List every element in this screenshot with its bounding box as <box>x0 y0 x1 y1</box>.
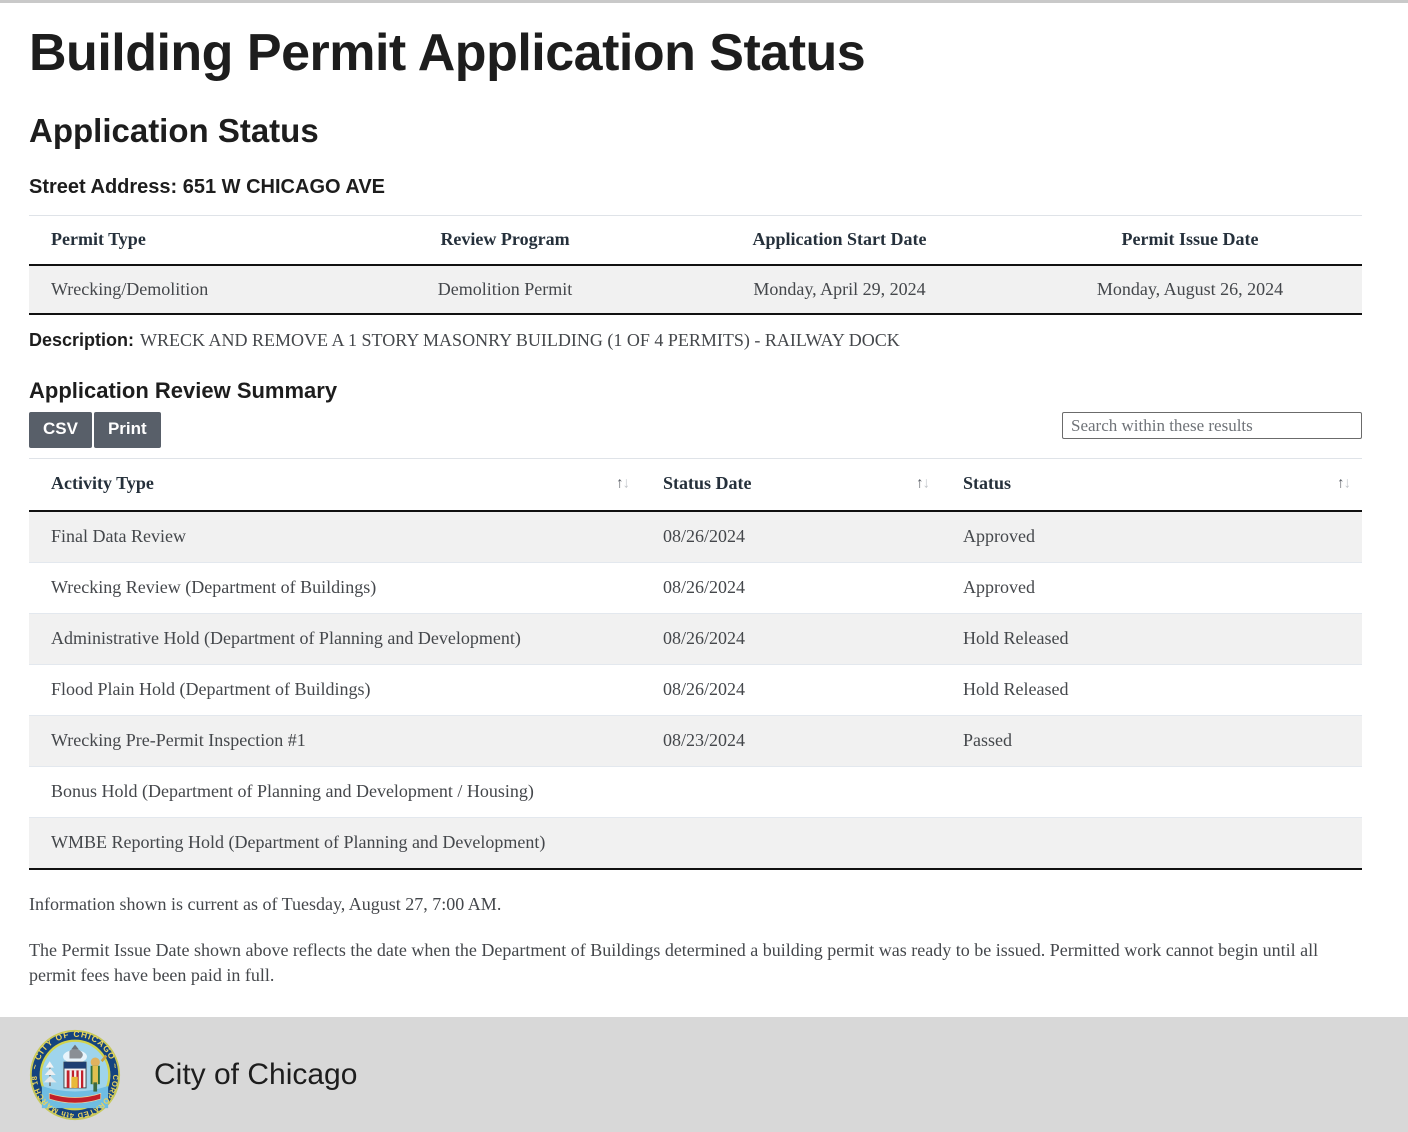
sort-icon[interactable]: ↑↓ <box>916 476 929 491</box>
cell-status-date: 08/26/2024 <box>641 614 941 665</box>
cell-status <box>941 767 1362 818</box>
table-row: Bonus Hold (Department of Planning and D… <box>29 767 1362 818</box>
street-address: Street Address: 651 W CHICAGO AVE <box>29 175 1379 199</box>
table-row: WMBE Reporting Hold (Department of Plann… <box>29 818 1362 870</box>
page-title: Building Permit Application Status <box>29 25 1379 81</box>
site-footer: ~ CITY OF CHICAGO ~ INCORPORATED 4th MAR… <box>0 1017 1408 1132</box>
column-header-status-label: Status <box>963 473 1011 493</box>
column-header-status-date[interactable]: Status Date ↑↓ <box>641 459 941 512</box>
cell-status <box>941 818 1362 870</box>
sort-descending-icon: ↓ <box>923 475 930 491</box>
table-row: Administrative Hold (Department of Plann… <box>29 614 1362 665</box>
application-review-summary-table: Activity Type ↑↓ Status Date ↑↓ Status ↑… <box>29 458 1362 870</box>
cell-permit-issue-date: Monday, August 26, 2024 <box>1018 265 1362 314</box>
permit-summary-table: Permit Type Review Program Application S… <box>29 215 1362 315</box>
cell-status: Approved <box>941 563 1362 614</box>
cell-status: Hold Released <box>941 614 1362 665</box>
cell-review-program: Demolition Permit <box>349 265 661 314</box>
note-information-current: Information shown is current as of Tuesd… <box>29 892 1362 918</box>
sort-icon[interactable]: ↑↓ <box>616 476 629 491</box>
description-label: Description: <box>29 330 134 350</box>
column-header-activity-type-label: Activity Type <box>51 473 154 493</box>
cell-status-date: 08/26/2024 <box>641 511 941 563</box>
sort-descending-icon: ↓ <box>1344 475 1351 491</box>
csv-button[interactable]: CSV <box>29 412 92 447</box>
cell-status-date: 08/26/2024 <box>641 563 941 614</box>
description-value: WRECK AND REMOVE A 1 STORY MASONRY BUILD… <box>140 330 900 350</box>
permit-table-header-row: Permit Type Review Program Application S… <box>29 216 1362 266</box>
column-header-application-start-date: Application Start Date <box>661 216 1018 266</box>
sort-descending-icon: ↓ <box>623 475 630 491</box>
cell-status-date <box>641 818 941 870</box>
cell-status-date <box>641 767 941 818</box>
description-line: Description: WRECK AND REMOVE A 1 STORY M… <box>29 329 1379 352</box>
export-button-group: CSV Print <box>29 412 161 447</box>
column-header-activity-type[interactable]: Activity Type ↑↓ <box>29 459 641 512</box>
table-row: Flood Plain Hold (Department of Building… <box>29 665 1362 716</box>
column-header-status-date-label: Status Date <box>663 473 752 493</box>
search-input[interactable] <box>1062 412 1362 439</box>
column-header-permit-type: Permit Type <box>29 216 349 266</box>
column-header-permit-issue-date: Permit Issue Date <box>1018 216 1362 266</box>
section-title: Application Status <box>29 113 1379 149</box>
cell-activity-type: WMBE Reporting Hold (Department of Plann… <box>29 818 641 870</box>
print-button[interactable]: Print <box>94 412 161 447</box>
activity-table-body: Final Data Review 08/26/2024 Approved Wr… <box>29 511 1362 869</box>
cell-permit-type: Wrecking/Demolition <box>29 265 349 314</box>
table-row: Wrecking/Demolition Demolition Permit Mo… <box>29 265 1362 314</box>
review-summary-title: Application Review Summary <box>29 378 1379 404</box>
cell-activity-type: Bonus Hold (Department of Planning and D… <box>29 767 641 818</box>
note-permit-issue-date: The Permit Issue Date shown above reflec… <box>29 938 1362 989</box>
column-header-review-program: Review Program <box>349 216 661 266</box>
cell-status-date: 08/23/2024 <box>641 716 941 767</box>
cell-activity-type: Wrecking Review (Department of Buildings… <box>29 563 641 614</box>
table-row: Final Data Review 08/26/2024 Approved <box>29 511 1362 563</box>
column-header-status[interactable]: Status ↑↓ <box>941 459 1362 512</box>
page-content: Building Permit Application Status Appli… <box>0 25 1408 1017</box>
table-row: Wrecking Pre-Permit Inspection #1 08/23/… <box>29 716 1362 767</box>
cell-activity-type: Flood Plain Hold (Department of Building… <box>29 665 641 716</box>
cell-activity-type: Wrecking Pre-Permit Inspection #1 <box>29 716 641 767</box>
cell-activity-type: Final Data Review <box>29 511 641 563</box>
footer-label: City of Chicago <box>154 1058 357 1091</box>
top-divider <box>0 0 1408 3</box>
cell-status: Approved <box>941 511 1362 563</box>
cell-status-date: 08/26/2024 <box>641 665 941 716</box>
search-container <box>1062 412 1362 439</box>
table-toolbar: CSV Print <box>29 412 1362 452</box>
cell-application-start-date: Monday, April 29, 2024 <box>661 265 1018 314</box>
cell-activity-type: Administrative Hold (Department of Plann… <box>29 614 641 665</box>
cell-status: Passed <box>941 716 1362 767</box>
table-row: Wrecking Review (Department of Buildings… <box>29 563 1362 614</box>
activity-table-header-row: Activity Type ↑↓ Status Date ↑↓ Status ↑… <box>29 459 1362 512</box>
cell-status: Hold Released <box>941 665 1362 716</box>
sort-icon[interactable]: ↑↓ <box>1337 476 1350 491</box>
